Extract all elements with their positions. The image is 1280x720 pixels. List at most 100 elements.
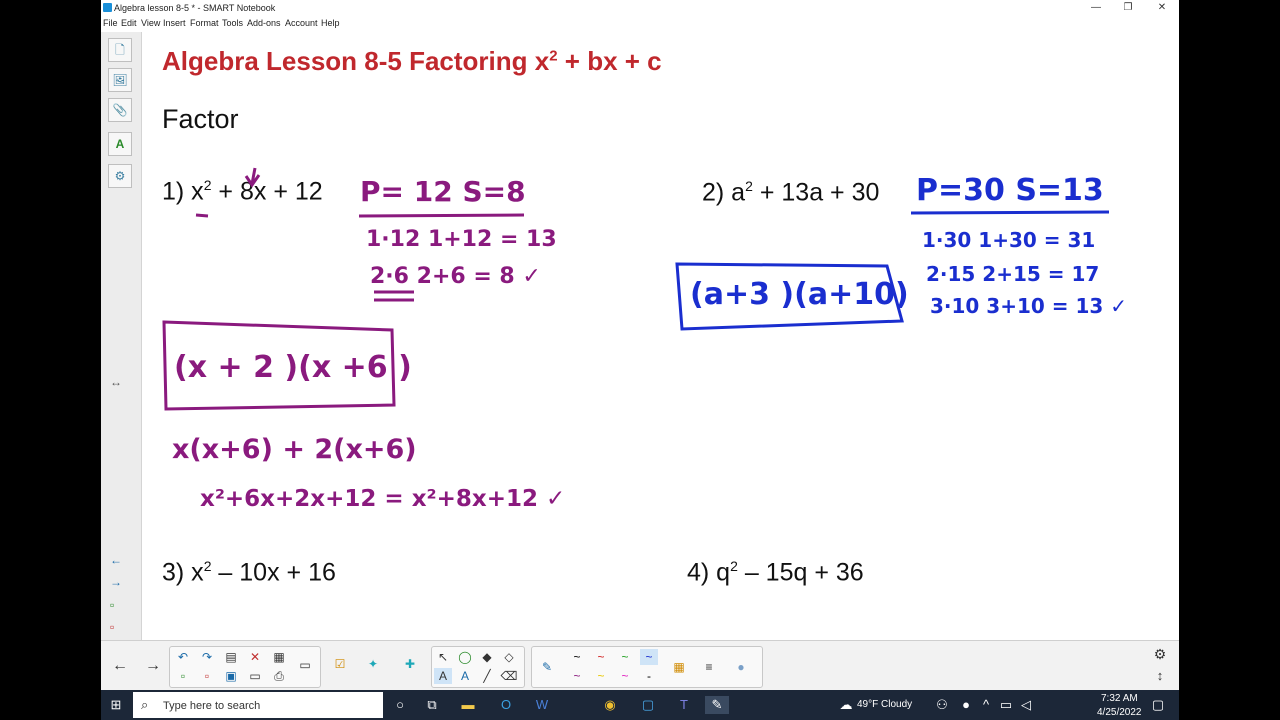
menu-format[interactable]: Format — [190, 18, 219, 28]
menu-edit[interactable]: Edit — [121, 18, 137, 28]
gallery-tab[interactable]: 🖼 — [108, 68, 132, 92]
notebook-page-canvas[interactable]: Algebra Lesson 8-5 Factoring x2 + bx + c… — [142, 32, 1179, 640]
paint-icon[interactable]: ◇ — [500, 649, 518, 665]
screen-shade-icon[interactable]: ▭ — [246, 668, 264, 684]
line-style-icon[interactable]: ≡ — [700, 659, 718, 675]
clock-time[interactable]: 7:32 AM — [1101, 693, 1138, 704]
activity-builder-icon[interactable]: ☑ — [331, 656, 349, 672]
previous-page-icon[interactable]: ← — [110, 553, 122, 567]
task-view-icon[interactable]: ⧉ — [423, 696, 441, 714]
ink-strokes-layer — [162, 167, 1110, 411]
back-arrow-icon[interactable]: ← — [111, 658, 129, 674]
people-icon[interactable]: ⚇ — [933, 696, 951, 714]
fill-icon[interactable]: ◆ — [478, 649, 496, 665]
app-icon — [103, 3, 112, 12]
pen-icon[interactable]: ✎ — [538, 659, 556, 675]
menu-file[interactable]: File — [103, 18, 118, 28]
delete-icon[interactable]: ✕ — [246, 649, 264, 665]
close-button[interactable]: ✕ — [1147, 0, 1177, 16]
shapes-icon[interactable]: ◯ — [456, 649, 474, 665]
windows-start-icon[interactable]: ⊞ — [107, 696, 125, 714]
edit-tools-group: ↶ ↷ ▤ ✕ ▦ ▫ ▫ ▣ ▭ ⎙ ▭ — [169, 646, 321, 688]
outlook-icon[interactable]: O — [497, 696, 515, 714]
settings-gear-icon[interactable]: ⚙ — [1151, 646, 1169, 662]
next-page-icon[interactable]: → — [110, 575, 122, 589]
green-pen-icon[interactable]: ~ — [616, 649, 634, 665]
menu-insert[interactable]: Insert — [163, 18, 186, 28]
text-icon[interactable]: A — [456, 668, 474, 684]
toolbar-expand-icon[interactable]: ↕ — [1151, 668, 1169, 684]
cortana-icon[interactable]: ○ — [391, 696, 409, 714]
clock-date[interactable]: 4/25/2022 — [1097, 707, 1142, 718]
properties-icon: A — [115, 137, 125, 151]
new-page-icon[interactable]: ▫ — [174, 668, 192, 684]
display-icon[interactable]: ▭ — [296, 657, 314, 673]
fill-effects-icon[interactable]: ● — [732, 659, 750, 675]
word-icon[interactable]: W — [533, 696, 551, 714]
file-explorer-icon[interactable]: ▬ — [459, 696, 477, 714]
minimize-button[interactable]: — — [1081, 0, 1111, 16]
resize-handle-icon[interactable]: ↔ — [110, 375, 122, 389]
side-tab-bar: 🗋 🖼 📎 A ⚙ ↔ ← → ▫ ▫ — [101, 32, 142, 640]
response-icon[interactable]: ✦ — [364, 656, 382, 672]
volume-icon[interactable]: ◁ — [1017, 696, 1035, 714]
p1-header-ink: P= 12 S=8 — [360, 175, 526, 208]
text-tool-icon[interactable]: A — [434, 668, 452, 684]
arrow-ink — [244, 167, 261, 188]
redo-icon[interactable]: ↷ — [198, 649, 216, 665]
chevron-up-icon[interactable]: ^ — [977, 696, 995, 714]
purple-pen-icon[interactable]: ~ — [568, 668, 586, 684]
red-pen-icon[interactable]: ~ — [592, 649, 610, 665]
weather-text[interactable]: 49°F Cloudy — [857, 699, 912, 710]
window-title: Algebra lesson 8-5 * - SMART Notebook — [114, 3, 276, 13]
yellow-pen-icon[interactable]: ~ — [592, 668, 610, 684]
menu-account[interactable]: Account — [285, 18, 318, 28]
p2-row2-ink: 2·15 2+15 = 17 — [926, 262, 1100, 286]
restore-button[interactable]: ❐ — [1113, 0, 1143, 16]
select-arrow-icon[interactable]: ↖ — [434, 649, 452, 665]
mic-icon[interactable]: ● — [957, 696, 975, 714]
teams-icon[interactable]: T — [675, 696, 693, 714]
properties-tab[interactable]: A — [108, 132, 132, 156]
puzzle-icon: ⚙ — [114, 169, 126, 183]
delete-page-icon[interactable]: ▫ — [198, 668, 216, 684]
save-icon[interactable]: ▣ — [222, 668, 240, 684]
image-icon: 🖼 — [112, 73, 128, 87]
network-icon[interactable]: ▭ — [997, 696, 1015, 714]
table-icon[interactable]: ▦ — [270, 649, 288, 665]
paste-icon[interactable]: ▤ — [222, 649, 240, 665]
dashed-pen-icon[interactable]: - — [640, 668, 658, 684]
smart-notebook-task-icon[interactable]: ✎ — [705, 696, 729, 714]
chrome-icon[interactable]: ◉ — [601, 696, 619, 714]
p1-header-underline — [358, 213, 525, 218]
pdf-icon[interactable]: ⎙ — [270, 668, 288, 684]
eraser-icon[interactable]: ⌫ — [500, 668, 518, 684]
add-page-icon[interactable]: ▫ — [110, 598, 114, 612]
store-icon[interactable]: ▢ — [639, 696, 657, 714]
search-box[interactable]: ⌕ Type here to search — [133, 692, 383, 718]
page-sorter-tab[interactable]: 🗋 — [108, 38, 132, 62]
p2-header-underline — [910, 210, 1110, 215]
addons-tab[interactable]: ⚙ — [108, 164, 132, 188]
windows-taskbar: ⊞ ⌕ Type here to search ○ ⧉ ▬ O W ◉ ▢ T … — [101, 690, 1179, 720]
delete-page-icon[interactable]: ▫ — [110, 620, 114, 634]
pink-pen-icon[interactable]: ~ — [616, 668, 634, 684]
line-icon[interactable]: ╱ — [478, 668, 496, 684]
addons-puzzle-icon[interactable]: ✚ — [401, 656, 419, 672]
menu-help[interactable]: Help — [321, 18, 340, 28]
forward-arrow-icon[interactable]: → — [144, 658, 162, 674]
undo-icon[interactable]: ↶ — [174, 649, 192, 665]
p2-answer-ink: (a+3 )(a+10) — [690, 277, 909, 312]
menu-addons[interactable]: Add-ons — [247, 18, 281, 28]
p1-check-line-2: x²+6x+2x+12 = x²+8x+12 ✓ — [200, 486, 566, 512]
menu-view[interactable]: View — [141, 18, 160, 28]
select-tools-group: ↖ ◯ ◆ ◇ A A ╱ ⌫ — [431, 646, 525, 688]
menu-tools[interactable]: Tools — [222, 18, 243, 28]
p1-row2-ink: 2·6 2+6 = 8 ✓ — [370, 264, 541, 289]
notifications-icon[interactable]: ▢ — [1149, 696, 1167, 714]
black-pen-icon[interactable]: ~ — [568, 649, 586, 665]
smart-notebook-window: Algebra lesson 8-5 * - SMART Notebook — … — [101, 0, 1179, 720]
blue-pen-icon[interactable]: ~ — [640, 649, 658, 665]
color-palette-icon[interactable]: ▦ — [670, 659, 688, 675]
attachments-tab[interactable]: 📎 — [108, 98, 132, 122]
